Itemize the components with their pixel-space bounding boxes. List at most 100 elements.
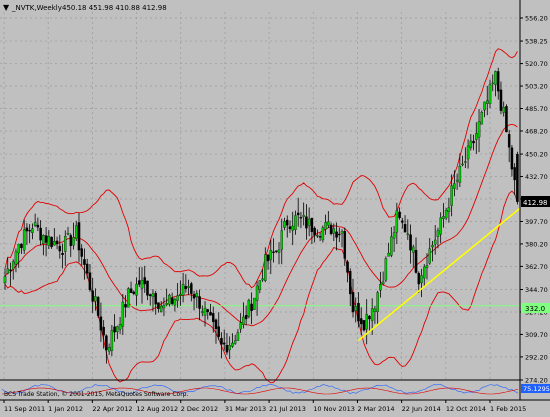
candle-body (488, 84, 492, 104)
candle-body (302, 214, 305, 217)
time-tick-label: 22 Jun 2014 (402, 405, 441, 413)
candle-body (370, 308, 374, 321)
candle-body (14, 251, 18, 265)
candle-body (154, 292, 157, 305)
candle-body (283, 221, 286, 228)
candle-body (118, 324, 122, 330)
candle-body (505, 106, 508, 133)
price-tick-label: 362.70 (525, 263, 548, 271)
candle-body (99, 316, 103, 331)
candle-body (220, 338, 223, 345)
candle-body (412, 246, 415, 253)
candle-body (159, 305, 163, 312)
candle-body (209, 312, 212, 316)
candle-body (239, 322, 242, 330)
candle-body (42, 235, 45, 245)
indicator-value-label: 75.1295 (523, 385, 550, 393)
candle-body (264, 254, 267, 281)
candle-body (379, 284, 382, 291)
candle-body (113, 326, 116, 333)
candle-body (77, 222, 81, 251)
candle-body (110, 330, 114, 351)
candle-body (428, 248, 431, 264)
candle-body (165, 303, 168, 306)
candle-body (244, 315, 248, 320)
price-tick-label: 292.20 (525, 353, 548, 361)
candle-body (242, 316, 245, 325)
time-tick-label: 22 Apr 2012 (92, 405, 132, 413)
candle-body (80, 248, 83, 257)
candle-body (316, 235, 319, 237)
candle-body (162, 304, 166, 309)
candle-body (127, 288, 130, 308)
candle-body (233, 340, 237, 344)
candle-body (58, 245, 62, 252)
candle-body (365, 314, 368, 330)
candle-body (102, 326, 105, 336)
candle-body (236, 332, 240, 341)
candle-body (214, 319, 218, 330)
candle-body (96, 297, 100, 316)
candle-body (357, 303, 360, 322)
candle-body (22, 229, 26, 251)
price-chart[interactable]: BCS Trade Station, © 2001-2015, MetaQuot… (0, 0, 550, 413)
candle-body (349, 271, 352, 295)
candle-body (338, 233, 341, 236)
candle-body (11, 261, 15, 270)
candle-body (33, 222, 37, 226)
indicator-copyright: BCS Trade Station, © 2001-2015, MetaQuot… (4, 391, 188, 398)
candle-body (146, 280, 149, 296)
time-tick-label: 10 Nov 2013 (313, 405, 355, 413)
candle-body (39, 227, 42, 241)
candle-body (88, 272, 92, 290)
candle-body (398, 211, 401, 218)
candle-body (475, 133, 478, 140)
candle-body (228, 345, 231, 351)
candle-body (332, 228, 336, 234)
candle-body (494, 71, 497, 85)
candle-body (253, 297, 256, 310)
price-tick-label: 397.70 (525, 218, 548, 226)
candle-body (390, 236, 393, 256)
collapse-triangle-icon[interactable]: ▼ (3, 3, 10, 12)
candle-body (313, 227, 316, 236)
current-price-label: 412.98 (523, 199, 548, 207)
candle-body (203, 307, 207, 316)
candle-body (305, 216, 308, 229)
candle-body (335, 231, 338, 238)
candle-body (296, 212, 300, 216)
candle-body (190, 283, 193, 294)
candle-body (472, 140, 475, 144)
candle-body (502, 107, 505, 113)
candle-body (247, 300, 251, 317)
candle-body (280, 230, 284, 250)
candle-body (461, 163, 464, 166)
price-tick-label: 556.20 (525, 15, 548, 23)
price-tick-label: 344.70 (525, 286, 548, 294)
candle-body (168, 294, 171, 305)
price-tick-label: 432.70 (525, 173, 548, 181)
candle-body (72, 237, 75, 246)
candle-body (211, 313, 215, 323)
candle-body (85, 263, 89, 274)
candle-body (450, 185, 453, 206)
time-tick-label: 12 Oct 2014 (446, 405, 486, 413)
candle-body (417, 273, 421, 285)
price-tick-label: 468.20 (525, 127, 548, 135)
candle-body (455, 179, 459, 182)
candle-body (3, 276, 7, 284)
price-tick-label: 450.20 (525, 151, 548, 159)
candle-body (483, 101, 486, 111)
time-tick-label: 31 Mar 2013 (225, 405, 266, 413)
candle-body (477, 121, 481, 138)
candle-body (173, 299, 177, 306)
candle-body (201, 311, 204, 313)
candle-body (294, 215, 297, 230)
candle-body (83, 259, 86, 265)
candle-body (124, 304, 127, 308)
candle-body (91, 290, 94, 302)
candle-body (491, 82, 494, 85)
candle-body (381, 281, 385, 285)
candle-body (442, 216, 445, 220)
candle-body (321, 227, 325, 241)
